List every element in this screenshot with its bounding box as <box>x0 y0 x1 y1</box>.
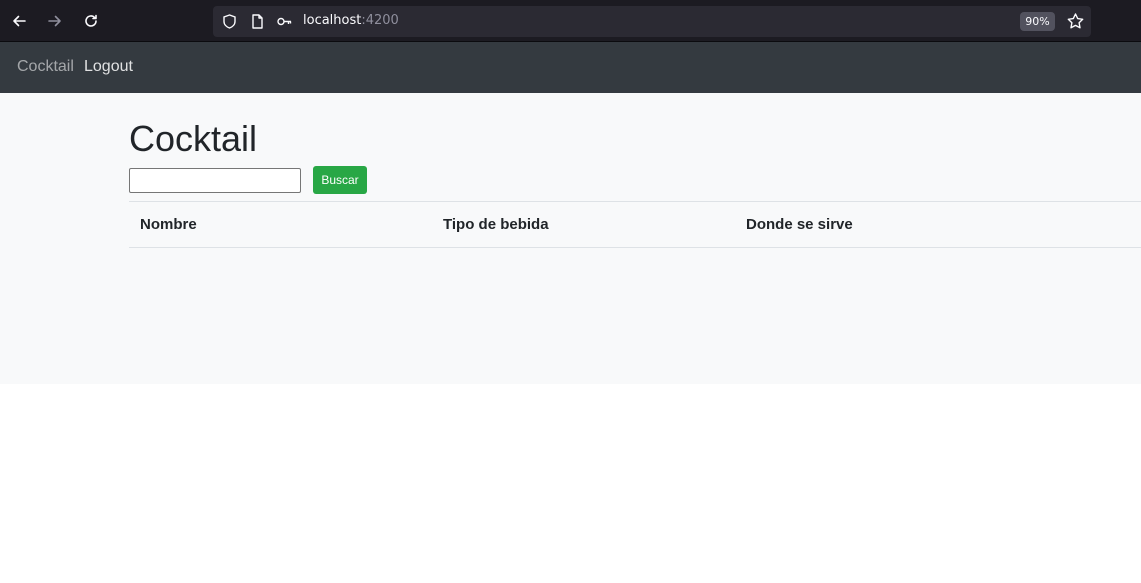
search-input[interactable] <box>129 168 301 193</box>
url-port: :4200 <box>361 13 399 28</box>
page-icon[interactable] <box>249 13 266 30</box>
forward-button[interactable] <box>43 9 67 33</box>
column-header-tipo-de-bebida: Tipo de bebida <box>432 201 735 248</box>
back-button[interactable] <box>7 9 31 33</box>
url-text[interactable]: localhost:4200 <box>303 13 399 28</box>
column-header-nombre: Nombre <box>129 201 432 248</box>
reload-button[interactable] <box>79 9 103 33</box>
column-header-donde-se-sirve: Donde se sirve <box>735 201 1141 248</box>
search-button[interactable]: Buscar <box>313 166 367 194</box>
cocktail-table: Nombre Tipo de bebida Donde se sirve <box>129 201 1141 248</box>
table-header-row: Nombre Tipo de bebida Donde se sirve <box>129 201 1141 248</box>
zoom-badge[interactable]: 90% <box>1020 12 1055 31</box>
browser-toolbar: localhost:4200 90% <box>0 0 1141 42</box>
logout-link[interactable]: Logout <box>84 58 133 76</box>
key-icon[interactable] <box>276 13 293 30</box>
address-bar[interactable]: localhost:4200 90% <box>213 6 1091 37</box>
app-navbar: Cocktail Logout <box>0 42 1141 93</box>
shield-icon[interactable] <box>221 13 238 30</box>
forward-icon <box>48 15 61 27</box>
url-host: localhost <box>303 13 362 28</box>
star-icon[interactable] <box>1066 12 1085 31</box>
back-icon <box>13 15 26 27</box>
main-content: Cocktail Buscar Nombre Tipo de bebida Do… <box>0 93 1141 384</box>
navbar-brand-link[interactable]: Cocktail <box>17 58 74 76</box>
page-title: Cocktail <box>129 118 258 159</box>
reload-icon <box>85 14 97 27</box>
